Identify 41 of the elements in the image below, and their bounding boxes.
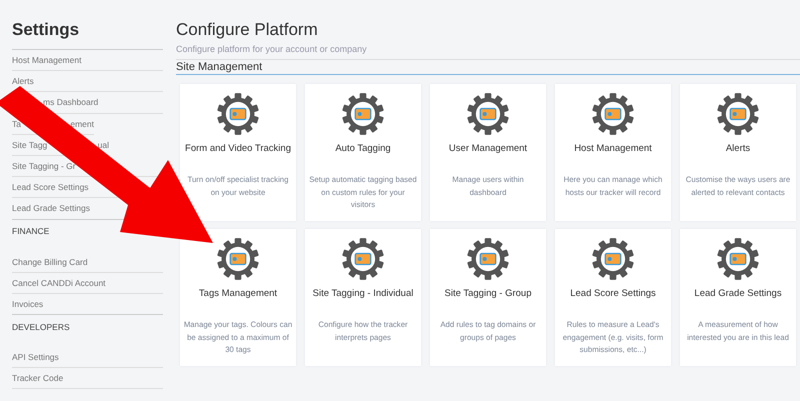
page-title: Configure Platform bbox=[176, 20, 319, 40]
gear-icon bbox=[216, 92, 260, 136]
card-title: Site Tagging - Individual bbox=[312, 287, 414, 301]
sidebar-link[interactable]: Site Tagging - Gr bbox=[12, 161, 76, 172]
sidebar-link[interactable]: Host Management bbox=[12, 55, 82, 66]
section-heading: DEVELOPERS bbox=[12, 322, 70, 332]
gear-icon bbox=[591, 237, 635, 281]
sidebar-link[interactable]: Site Tagg bbox=[12, 140, 48, 150]
gear-icon bbox=[591, 92, 635, 136]
sidebar-link[interactable]: ement bbox=[70, 118, 94, 129]
card-title: Site Tagging - Group bbox=[444, 287, 532, 301]
gear-icon bbox=[341, 92, 385, 136]
sidebar-title: Settings bbox=[12, 20, 163, 50]
sidebar-link[interactable]: Alerts bbox=[12, 76, 34, 86]
card-title: Lead Score Settings bbox=[570, 287, 656, 301]
sidebar-link[interactable]: Cancel CANDDi Account bbox=[12, 278, 106, 288]
card-title: Host Management bbox=[574, 142, 652, 156]
sidebar-link[interactable]: ms Dashboard bbox=[43, 97, 98, 108]
card-title: User Management bbox=[448, 142, 528, 156]
gear-icon bbox=[716, 237, 760, 281]
card-title: Tags Management bbox=[198, 287, 278, 301]
page-subtitle: Configure platform for your account or company bbox=[176, 44, 800, 60]
card-title: Alerts bbox=[726, 142, 750, 156]
gear-icon bbox=[216, 237, 260, 281]
card-title: Auto Tagging bbox=[335, 142, 391, 156]
gear-icon bbox=[466, 237, 510, 281]
sidebar-link[interactable]: API Settings bbox=[12, 352, 59, 362]
sidebar-link[interactable]: Ta bbox=[12, 118, 21, 129]
sidebar-link[interactable]: Lead Grade Settings bbox=[12, 203, 90, 214]
gear-icon bbox=[716, 92, 760, 136]
sidebar-link[interactable]: Invoices bbox=[12, 298, 44, 309]
section-heading: Site Management bbox=[176, 60, 800, 75]
section-heading: FINANCE bbox=[12, 226, 50, 236]
sidebar-link[interactable]: Change Billing Card bbox=[12, 256, 88, 267]
sidebar-link[interactable]: Tracker Code bbox=[12, 373, 64, 384]
card-title: Lead Grade Settings bbox=[694, 287, 782, 301]
gear-icon bbox=[341, 237, 385, 281]
gear-icon bbox=[466, 92, 510, 136]
card-title: Form and Video Tracking bbox=[185, 142, 291, 156]
sidebar-link[interactable]: ual bbox=[98, 140, 109, 150]
sidebar-link[interactable]: Lead Score Settings bbox=[12, 182, 89, 192]
